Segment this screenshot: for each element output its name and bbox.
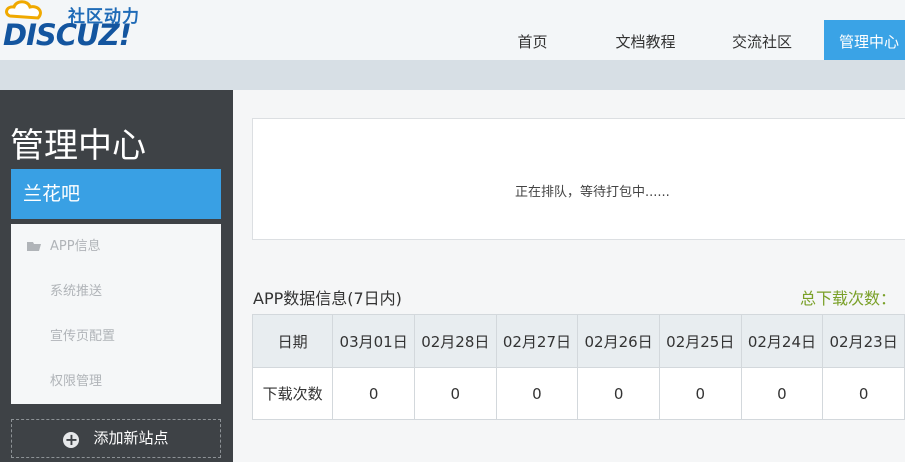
downloads-cell: 0 [413, 367, 497, 420]
table-row: 下载次数 0 0 0 0 0 0 0 [251, 367, 905, 420]
sidebar-item-label: APP信息 [50, 239, 101, 254]
downloads-cell: 0 [822, 367, 905, 420]
downloads-cell: 0 [658, 367, 742, 420]
date-cell: 02月23日 [822, 314, 905, 368]
nav-docs[interactable]: 文档教程 [591, 20, 700, 60]
plus-circle-icon: + [63, 430, 80, 449]
downloads-cell: 0 [495, 367, 579, 420]
date-cell: 02月25日 [658, 314, 742, 368]
sidebar-menu: APP信息 系统推送 宣传页配置 权限管理 [11, 224, 221, 404]
sidebar-item-app-info[interactable]: APP信息 [11, 224, 221, 269]
build-status-text: 正在排队，等待打包中...... [515, 185, 670, 200]
sidebar-item-permissions[interactable]: 权限管理 [11, 359, 221, 404]
add-site-label: 添加新站点 [93, 429, 169, 447]
app-data-title: APP数据信息(7日内) [253, 289, 402, 308]
discuz-logo[interactable]: 社区动力 DISCUZ! [0, 0, 160, 60]
sidebar-title: 管理中心 [10, 126, 146, 166]
folder-icon [27, 242, 41, 251]
downloads-cell: 0 [332, 367, 415, 420]
sidebar-item-push[interactable]: 系统推送 [11, 269, 221, 314]
nav-home[interactable]: 首页 [474, 20, 591, 60]
sidebar-item-label: 宣传页配置 [50, 329, 116, 344]
downloads-cell: 0 [577, 367, 660, 420]
date-cell: 02月27日 [495, 314, 579, 368]
top-header: 社区动力 DISCUZ! 首页 文档教程 交流社区 管理中心 [0, 0, 905, 60]
downloads-row-header: 下载次数 [251, 367, 334, 420]
add-site-button[interactable]: + 添加新站点 [11, 419, 221, 458]
date-cell: 02月28日 [413, 314, 497, 368]
date-row-header: 日期 [251, 314, 334, 368]
nav-admin-center[interactable]: 管理中心 [824, 20, 905, 60]
sidebar: 管理中心 兰花吧 APP信息 系统推送 宣传页配置 权限管理 + 添加新站点 [0, 90, 233, 462]
date-cell: 02月24日 [740, 314, 824, 368]
logo-wordmark: DISCUZ! [3, 18, 132, 52]
total-downloads-label: 总下载次数： [800, 289, 897, 308]
date-cell: 03月01日 [332, 314, 415, 368]
table-row: 日期 03月01日 02月28日 02月27日 02月26日 02月25日 02… [251, 314, 905, 368]
download-stats-table: 日期 03月01日 02月28日 02月27日 02月26日 02月25日 02… [251, 314, 905, 420]
date-cell: 02月26日 [577, 314, 660, 368]
nav-community[interactable]: 交流社区 [700, 20, 824, 60]
sidebar-item-label: 系统推送 [50, 284, 103, 299]
sidebar-item-promo-page[interactable]: 宣传页配置 [11, 314, 221, 359]
current-site-button[interactable]: 兰花吧 [11, 169, 221, 219]
top-nav: 首页 文档教程 交流社区 管理中心 [474, 20, 905, 60]
sub-header-bar [0, 60, 905, 90]
build-status-panel: 正在排队，等待打包中...... [252, 118, 905, 240]
downloads-cell: 0 [740, 367, 824, 420]
sidebar-item-label: 权限管理 [50, 374, 103, 389]
